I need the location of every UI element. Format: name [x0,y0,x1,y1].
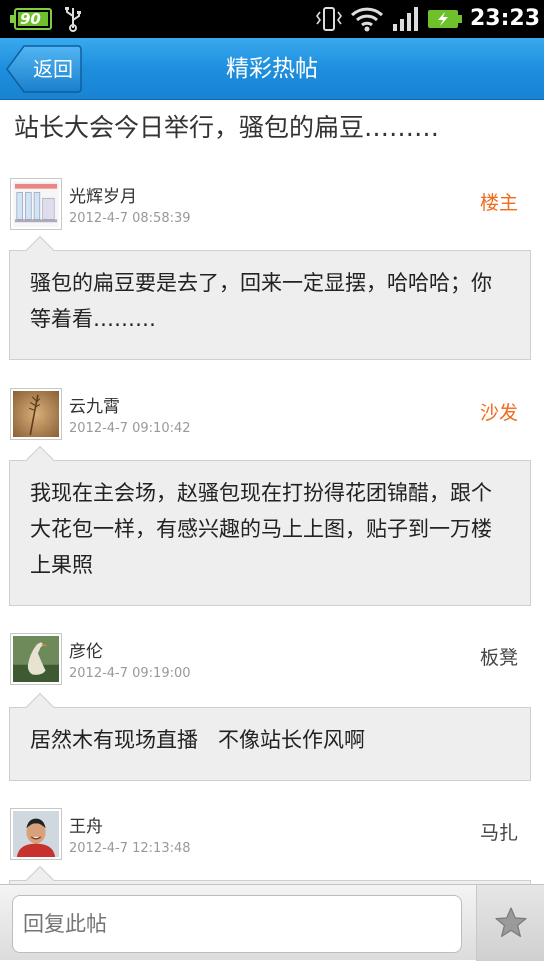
avatar-image [13,391,59,437]
post-content-text: 居然木有现场直播 不像站长作风啊 [30,728,366,752]
back-button-label: 返回 [33,57,73,81]
post-author[interactable]: 云九霄 [69,392,120,417]
back-button[interactable]: 返回 [6,44,82,94]
avatar[interactable] [10,388,62,440]
avatar-image [13,181,59,227]
charging-battery-icon [428,10,462,28]
title-bar: 返回 精彩热帖 [0,38,544,100]
post-time: 2012-4-7 09:19:00 [69,666,191,681]
post-content-text: 骚包的扁豆要是去了，回来一定显摆，哈哈哈；你等着看……… [30,271,492,331]
battery-icon: 90 [10,8,52,30]
post-time: 2012-4-7 09:10:42 [69,421,191,436]
clock-text: 23:23 [470,6,541,31]
avatar-image [13,636,59,682]
floor-label: 楼主 [479,192,518,214]
avatar[interactable] [10,178,62,230]
reply-input[interactable] [12,895,462,953]
post-time: 2012-4-7 12:13:48 [69,841,191,856]
vibrate-icon [316,7,342,31]
post-author[interactable]: 彦伦 [69,637,103,662]
floor-label: 沙发 [479,402,518,424]
battery-level-text: 90 [20,10,41,28]
reply-bar [0,884,544,961]
usb-icon [65,7,81,32]
star-icon [495,907,527,937]
thread-title: 站长大会今日举行，骚包的扁豆……… [14,113,440,142]
avatar[interactable] [10,808,62,860]
post-content: 骚包的扁豆要是去了，回来一定显摆，哈哈哈；你等着看……… [9,235,531,360]
post-author[interactable]: 王舟 [69,812,103,837]
floor-label: 板凳 [479,647,518,669]
post-author[interactable]: 光辉岁月 [69,182,137,207]
wifi-icon [350,7,384,32]
favorite-button[interactable] [476,885,544,961]
floor-label: 马扎 [479,822,518,844]
signal-icon [393,7,418,31]
post-time: 2012-4-7 08:58:39 [69,211,191,226]
post-content: 我现在主会场，赵骚包现在打扮得花团锦醋，跟个大花包一样，有感兴趣的马上上图，贴子… [9,445,531,606]
avatar[interactable] [10,633,62,685]
post-content-text: 我现在主会场，赵骚包现在打扮得花团锦醋，跟个大花包一样，有感兴趣的马上上图，贴子… [30,481,492,577]
avatar-image [13,811,59,857]
status-bar: 90 23:23 [0,0,544,38]
post-content: 居然木有现场直播 不像站长作风啊 [9,692,531,781]
